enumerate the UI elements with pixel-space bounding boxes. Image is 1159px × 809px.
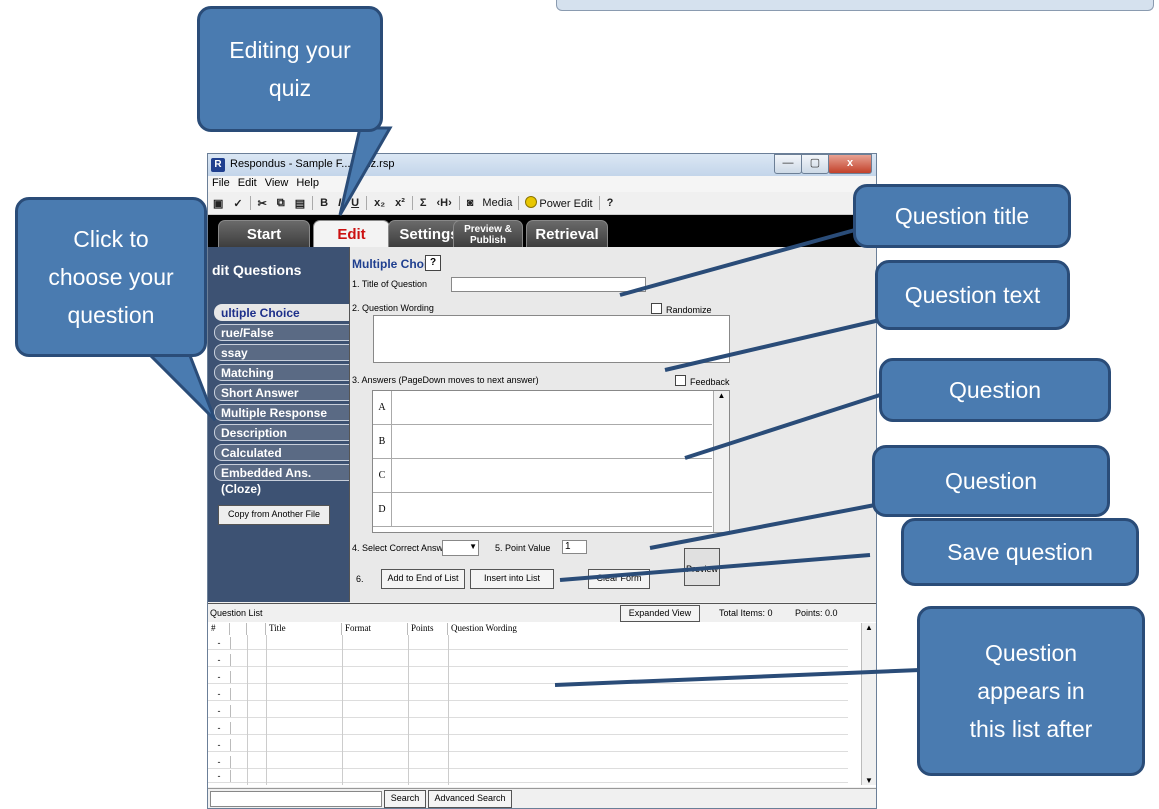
callout-editing-quiz: Editing your quiz <box>197 6 383 132</box>
editing-pointer <box>338 126 393 216</box>
callout-question: Question <box>879 358 1111 422</box>
text-pointer <box>664 318 881 372</box>
callout-choose-type: Click to choose your question <box>15 197 207 357</box>
callout-question-title: Question title <box>853 184 1071 248</box>
appears-pointer <box>554 668 921 687</box>
question2-pointer <box>649 503 876 550</box>
title-pointer <box>619 228 856 297</box>
callout-question-second: Question <box>872 445 1110 517</box>
save-pointer <box>559 553 871 582</box>
question1-pointer <box>684 393 881 460</box>
callout-save-question: Save question <box>901 518 1139 586</box>
callout-question-text: Question text <box>875 260 1070 330</box>
callout-question-appears: Question appears in this list after <box>917 606 1145 776</box>
